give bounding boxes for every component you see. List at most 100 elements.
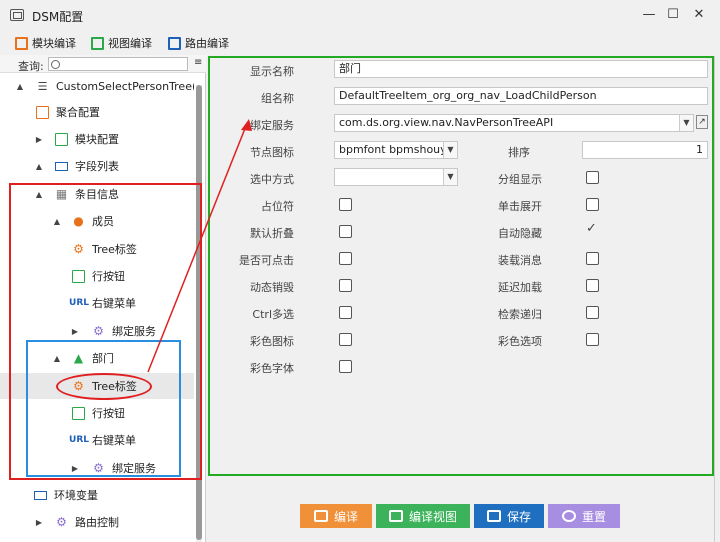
reset-button[interactable]: 重置	[548, 504, 620, 528]
clickable-label: 是否可点击	[239, 254, 294, 267]
auto-hide-checkbox-checked[interactable]: ✓	[586, 221, 597, 236]
dynamic-destroy-checkbox[interactable]	[339, 279, 352, 292]
view-compile-icon	[91, 36, 104, 50]
search-recursive-label: 检索递归	[498, 308, 542, 321]
title-bar: DSM配置 — ☐ ✕	[0, 0, 720, 30]
right-edge-panel	[714, 56, 720, 542]
display-name-label: 显示名称	[250, 65, 294, 78]
color-option-checkbox[interactable]	[586, 333, 599, 346]
field-icon	[55, 161, 68, 171]
group-name-label: 组名称	[261, 92, 294, 105]
placeholder-checkbox[interactable]	[339, 198, 352, 211]
route-icon: ⚙	[56, 515, 67, 529]
color-icon-label: 彩色图标	[250, 335, 294, 348]
search-input[interactable]	[48, 57, 188, 71]
window-app-icon	[10, 9, 24, 21]
auto-hide-label: 自动隐藏	[498, 227, 542, 240]
bind-service-value: com.ds.org.view.nav.NavPersonTreeAPI	[339, 116, 554, 129]
search-label: 查询:	[18, 60, 44, 73]
collapse-arrow-icon[interactable]: ▲	[15, 82, 25, 91]
search-recursive-checkbox[interactable]	[586, 306, 599, 319]
search-icon	[51, 60, 60, 69]
node-icon-select[interactable]: bpmfont bpmshouye1 ▼	[334, 141, 458, 159]
tree-item-aggregate-config[interactable]: 聚合配置	[0, 99, 194, 125]
lazy-load-checkbox[interactable]	[586, 279, 599, 292]
close-button[interactable]: ✕	[690, 6, 708, 24]
tree-item-route-control[interactable]: ▶ ⚙ 路由控制	[0, 509, 194, 535]
maximize-button[interactable]: ☐	[664, 6, 682, 24]
expand-arrow-icon[interactable]: ▶	[34, 518, 44, 527]
dropdown-arrow-icon[interactable]: ▼	[443, 169, 457, 185]
click-expand-checkbox[interactable]	[586, 198, 599, 211]
sort-label: 排序	[508, 146, 530, 159]
load-message-label: 装载消息	[498, 254, 542, 267]
blue-annotation-box	[26, 340, 181, 477]
load-message-checkbox[interactable]	[586, 252, 599, 265]
tree-item-label: 聚合配置	[56, 106, 100, 119]
module-compile-label: 模块编译	[32, 37, 76, 50]
save-button[interactable]: 保存	[474, 504, 544, 528]
tree-item-label: 环境变量	[54, 489, 98, 502]
compile-button-label: 编译	[333, 509, 358, 524]
window-title: DSM配置	[32, 10, 84, 24]
search-row: 查询: ≡	[0, 55, 206, 73]
route-compile-icon	[168, 36, 181, 50]
display-name-input[interactable]: 部门	[334, 60, 708, 78]
open-link-icon[interactable]: ↗	[696, 115, 708, 129]
tree-item-field-list[interactable]: ▲ 字段列表	[0, 153, 194, 179]
tree-item-label: 字段列表	[75, 160, 119, 173]
tree-item-label: 路由控制	[75, 516, 119, 529]
reset-button-label: 重置	[581, 509, 606, 524]
module-icon	[55, 132, 68, 146]
route-compile-button[interactable]: 路由编译	[168, 35, 229, 51]
collapse-arrow-icon[interactable]: ▲	[34, 162, 44, 171]
group-name-input[interactable]: DefaultTreeItem_org_org_nav_LoadChildPer…	[334, 87, 708, 105]
select-mode-select[interactable]: ▼	[334, 168, 458, 186]
tree-icon: ☰	[37, 79, 48, 93]
clickable-checkbox[interactable]	[339, 252, 352, 265]
save-icon	[486, 510, 501, 522]
color-font-label: 彩色字体	[250, 362, 294, 375]
ctrl-multiselect-label: Ctrl多选	[252, 308, 294, 321]
doc-icon	[36, 105, 49, 119]
compile-view-button[interactable]: 编译视图	[376, 504, 470, 528]
toolbar: 模块编译 视图编译 路由编译	[0, 32, 720, 54]
expand-arrow-icon[interactable]: ▶	[34, 135, 44, 144]
bind-service-select[interactable]: com.ds.org.view.nav.NavPersonTreeAPI ▼	[334, 114, 694, 132]
filter-icon[interactable]: ≡	[194, 57, 202, 68]
ctrl-multiselect-checkbox[interactable]	[339, 306, 352, 319]
minimize-button[interactable]: —	[640, 6, 658, 24]
dropdown-arrow-icon[interactable]: ▼	[679, 115, 693, 131]
color-option-label: 彩色选项	[498, 335, 542, 348]
database-icon	[313, 510, 328, 522]
copy-icon	[388, 510, 403, 522]
tree-item-env-vars[interactable]: 环境变量	[0, 482, 194, 508]
lazy-load-label: 延迟加载	[498, 281, 542, 294]
tree-item-label: CustomSelectPersonTree(custo	[56, 79, 194, 93]
group-display-label: 分组显示	[498, 173, 542, 186]
group-display-checkbox[interactable]	[586, 171, 599, 184]
compile-view-button-label: 编译视图	[408, 509, 457, 524]
env-icon	[34, 490, 47, 500]
node-icon-label: 节点图标	[250, 146, 294, 159]
dropdown-arrow-icon[interactable]: ▼	[443, 142, 457, 158]
default-collapse-checkbox[interactable]	[339, 225, 352, 238]
compile-button[interactable]: 编译	[300, 504, 372, 528]
bottom-button-bar: 编译 编译视图 保存 重置	[300, 504, 624, 528]
route-compile-label: 路由编译	[185, 37, 229, 50]
color-font-checkbox[interactable]	[339, 360, 352, 373]
color-icon-checkbox[interactable]	[339, 333, 352, 346]
bind-service-label: 绑定服务	[250, 119, 294, 132]
save-button-label: 保存	[506, 509, 531, 524]
module-compile-button[interactable]: 模块编译	[15, 35, 76, 51]
view-compile-button[interactable]: 视图编译	[91, 35, 152, 51]
red-annotation-ellipse	[56, 373, 152, 400]
node-icon-value: bpmfont bpmshouye1	[339, 143, 458, 156]
reset-icon	[561, 510, 576, 522]
tree-item-module-config[interactable]: ▶ 模块配置	[0, 126, 194, 152]
placeholder-label: 占位符	[261, 200, 294, 213]
default-collapse-label: 默认折叠	[250, 227, 294, 240]
sort-input[interactable]: 1	[582, 141, 708, 159]
tree-item-label: 模块配置	[75, 133, 119, 146]
tree-item-root[interactable]: ▲ ☰ CustomSelectPersonTree(custo	[0, 73, 194, 99]
